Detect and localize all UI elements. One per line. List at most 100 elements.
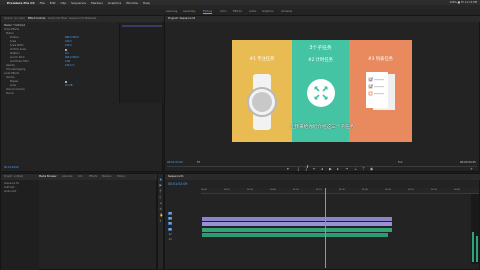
project-panel: Project: untitled Media Browser Librarie… (0, 173, 158, 270)
tab-sequence-01[interactable]: Sequence 01 (168, 175, 184, 178)
play-icon[interactable]: ▶ (329, 167, 332, 171)
ruler-label: 02:45 (454, 188, 460, 191)
go-to-in-icon[interactable]: ⇤ (313, 167, 316, 171)
workspace-tab-audio[interactable]: Audio (249, 10, 256, 13)
lift-icon[interactable]: ⊥ (354, 167, 357, 171)
audio-clip-a1[interactable] (202, 228, 392, 232)
tab-audio-clip-mixer[interactable]: Audio Clip Mixer: Sequence 01 (48, 17, 84, 20)
track-header-v1[interactable]: V1 (168, 222, 198, 226)
tab-program[interactable]: Program: Sequence 01 (168, 17, 195, 20)
tab-project[interactable]: Project: untitled (4, 175, 23, 178)
effect-controls-timecode[interactable]: 00:01:02:09 (4, 166, 19, 169)
anti-flicker-value[interactable]: 0.00 (65, 60, 70, 63)
ruler-label: 00:00 (201, 188, 207, 191)
workspace-tab-color[interactable]: Color (220, 10, 227, 13)
workspace-tab-effects[interactable]: Effects (233, 10, 242, 13)
program-duration: 00:02:04:25 (460, 161, 476, 164)
timeline-playhead[interactable] (325, 188, 326, 268)
fit-dropdown[interactable]: Fit (197, 161, 200, 164)
effect-clip-bar (122, 25, 162, 27)
workspace-tab-libraries[interactable]: Libraries (281, 10, 292, 13)
rotation-value[interactable]: 0.0 (65, 52, 69, 55)
tab-effects[interactable]: Effects (89, 175, 97, 178)
effect-keyframe-area[interactable] (119, 23, 163, 103)
timeline-timecode[interactable]: 00:01:02:09 (168, 182, 187, 186)
tab-markers[interactable]: Markers (102, 175, 112, 178)
effect-controls-panel: Source: (no clips) Effect Controls Audio… (0, 15, 164, 172)
panel-tab-bar: Source: (no clips) Effect Controls Audio… (1, 16, 164, 22)
track-select-icon[interactable]: ▶ (160, 183, 162, 187)
workspace-tab-editing[interactable]: Editing (203, 10, 213, 14)
tab-media-browser[interactable]: Media Browser (39, 175, 57, 178)
checklist-icon (366, 72, 395, 110)
track-header-v3[interactable]: V3 (168, 212, 198, 216)
menu-help[interactable]: Help (143, 1, 150, 5)
menu-status: 100% ■ Fri 11:13 PM (449, 1, 477, 4)
menu-edit[interactable]: Edit (50, 1, 56, 5)
go-to-out-icon[interactable]: ⇥ (345, 167, 348, 171)
slide-task3-label: #3 列表任务 (368, 57, 393, 62)
track-header-a3[interactable]: A3 (168, 238, 198, 242)
track-headers: V3 V2 V1 A1 A2 A3 (165, 212, 201, 242)
workspace-tab-learning[interactable]: Learning (166, 10, 177, 13)
tab-history[interactable]: History (117, 175, 126, 178)
audio-clip-a2[interactable] (202, 233, 388, 237)
tab-info[interactable]: Info (78, 175, 83, 178)
menu-file[interactable]: File (40, 1, 45, 5)
tab-metadata[interactable]: Metadata (85, 17, 96, 20)
opacity-value[interactable]: 100.0 % (65, 64, 75, 67)
ruler-label: 00:45 (270, 188, 276, 191)
extract-icon[interactable]: ⊤ (362, 167, 365, 171)
app-menu[interactable]: Premiere Pro CC (7, 1, 35, 5)
type-tool-icon[interactable]: T (160, 219, 162, 223)
tab-libraries[interactable]: Libraries (62, 175, 72, 178)
menu-clip[interactable]: Clip (61, 1, 67, 5)
mark-in-icon[interactable]: { (297, 167, 299, 171)
track-header-a2[interactable]: A2 (168, 233, 198, 237)
ruler-label: 01:00 (293, 188, 299, 191)
hand-tool-icon[interactable]: ✋ (160, 213, 164, 217)
video-clip-v1[interactable] (202, 222, 392, 226)
step-forward-icon[interactable]: ▸ (337, 167, 339, 171)
timeline-tab-bar: Sequence 01 (165, 174, 480, 180)
workspace-tab-assembly[interactable]: Assembly (183, 10, 196, 13)
audio-meter-left (472, 232, 474, 262)
workspace-tab-graphics[interactable]: Graphics (262, 10, 273, 13)
menu-sequence[interactable]: Sequence (71, 1, 86, 5)
timeline-ruler[interactable]: 00:00 00:15 00:30 00:45 01:00 01:15 01:3… (201, 188, 479, 194)
ruler-label: 02:00 (385, 188, 391, 191)
scale-width-value[interactable]: 100.0 (65, 44, 72, 47)
tab-source[interactable]: Source: (no clips) (4, 17, 25, 20)
ruler-label: 02:15 (408, 188, 414, 191)
bypass-checkbox[interactable] (65, 80, 68, 83)
add-marker-icon[interactable]: ▾ (287, 167, 289, 171)
video-caption: 让我来给你们介绍这三个子任务 (289, 125, 355, 130)
button-editor-icon[interactable]: + (470, 167, 473, 171)
step-back-icon[interactable]: ◂ (321, 167, 323, 171)
selection-tool-icon[interactable]: ▲ (160, 177, 162, 181)
tab-effect-controls[interactable]: Effect Controls (28, 17, 46, 20)
track-header-a1[interactable]: A1 (168, 228, 198, 232)
ripple-edit-icon[interactable]: ┼ (160, 189, 162, 193)
anchor-value[interactable]: 960.0 540.0 (65, 56, 79, 59)
level-value[interactable]: 0.0 dB (65, 84, 72, 87)
track-header-v2[interactable]: V2 (168, 217, 198, 221)
program-tab-bar: Program: Sequence 01 (165, 16, 480, 22)
razor-tool-icon[interactable]: ◊ (160, 195, 161, 199)
position-value[interactable]: 960.0 540.0 (65, 36, 79, 39)
scale-value[interactable]: 100.0 (65, 40, 72, 43)
uniform-scale-checkbox[interactable] (65, 48, 68, 51)
slide-task1-label: #1 专注任务 (249, 57, 275, 62)
slip-tool-icon[interactable]: ↔ (160, 201, 163, 205)
menu-markers[interactable]: Markers (91, 1, 103, 5)
menu-window[interactable]: Window (126, 1, 138, 5)
program-timecode[interactable]: 00:01:02:09 (167, 161, 183, 164)
export-frame-icon[interactable]: ◉ (370, 167, 373, 171)
pen-tool-icon[interactable]: ✎ (160, 207, 163, 211)
mark-out-icon[interactable]: } (305, 167, 307, 171)
quality-dropdown[interactable]: Full (398, 161, 402, 164)
ruler-label: 02:30 (431, 188, 437, 191)
menu-graphics[interactable]: Graphics (108, 1, 121, 5)
video-clip-v2[interactable] (202, 217, 392, 221)
project-item[interactable]: Audio.mp3 (4, 190, 36, 194)
